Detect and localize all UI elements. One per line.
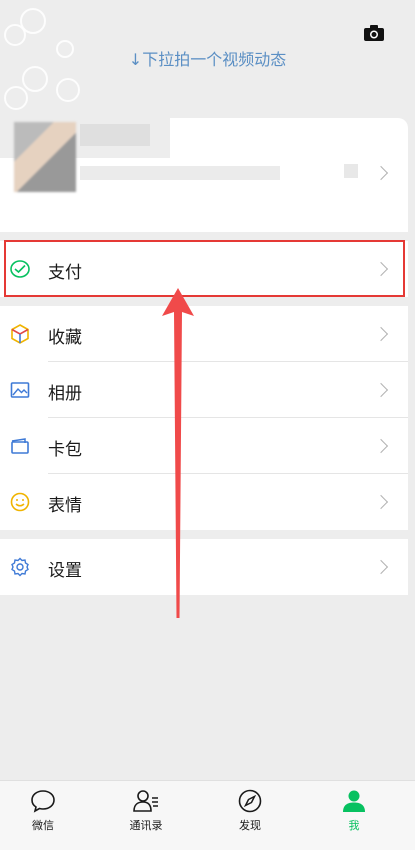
menu-item-settings[interactable]: 设置 bbox=[0, 539, 408, 595]
camera-icon[interactable] bbox=[363, 24, 385, 42]
annotation-arrow bbox=[162, 288, 194, 618]
tab-contacts-label: 通讯录 bbox=[129, 819, 163, 832]
tab-discover-label: 发现 bbox=[239, 819, 261, 832]
chevron-right-icon bbox=[373, 494, 389, 510]
cards-label: 卡包 bbox=[48, 440, 82, 460]
tab-me-label: 我 bbox=[348, 819, 360, 832]
tab-me[interactable]: 我 bbox=[314, 789, 394, 833]
tab-discover[interactable]: 发现 bbox=[210, 789, 290, 833]
menu-item-cards[interactable]: 卡包 bbox=[0, 418, 408, 474]
settings-label: 设置 bbox=[48, 561, 82, 581]
tab-contacts[interactable]: 通讯录 bbox=[106, 789, 186, 833]
compass-icon bbox=[238, 789, 262, 813]
album-icon bbox=[10, 382, 30, 398]
favorites-icon bbox=[11, 324, 29, 344]
chevron-right-icon bbox=[373, 559, 389, 575]
highlight-box bbox=[4, 240, 405, 297]
blurred-status bbox=[344, 164, 358, 178]
menu-item-stickers[interactable]: 表情 bbox=[0, 474, 408, 530]
bottom-tab-bar: 微信 通讯录 发现 我 bbox=[0, 780, 415, 850]
stickers-label: 表情 bbox=[48, 496, 82, 516]
pull-down-hint: ↓下拉拍一个视频动态 bbox=[128, 50, 287, 69]
blurred-nickname bbox=[80, 124, 150, 146]
chevron-right-icon bbox=[373, 382, 389, 398]
person-icon bbox=[343, 790, 365, 812]
card-wallet-icon bbox=[11, 438, 29, 454]
gear-icon bbox=[11, 557, 29, 577]
smiley-icon bbox=[10, 492, 30, 512]
tab-chats-label: 微信 bbox=[32, 819, 54, 832]
menu-item-favorites[interactable]: 收藏 bbox=[0, 306, 408, 362]
chat-bubble-icon bbox=[31, 790, 55, 813]
chevron-right-icon bbox=[373, 438, 389, 454]
album-label: 相册 bbox=[48, 384, 82, 404]
contacts-icon bbox=[133, 790, 158, 812]
blurred-wechat-id bbox=[80, 166, 280, 180]
favorites-label: 收藏 bbox=[48, 328, 82, 348]
chevron-right-icon bbox=[373, 326, 389, 342]
tab-chats[interactable]: 微信 bbox=[3, 789, 83, 833]
avatar[interactable] bbox=[14, 122, 76, 192]
menu-item-album[interactable]: 相册 bbox=[0, 362, 408, 418]
